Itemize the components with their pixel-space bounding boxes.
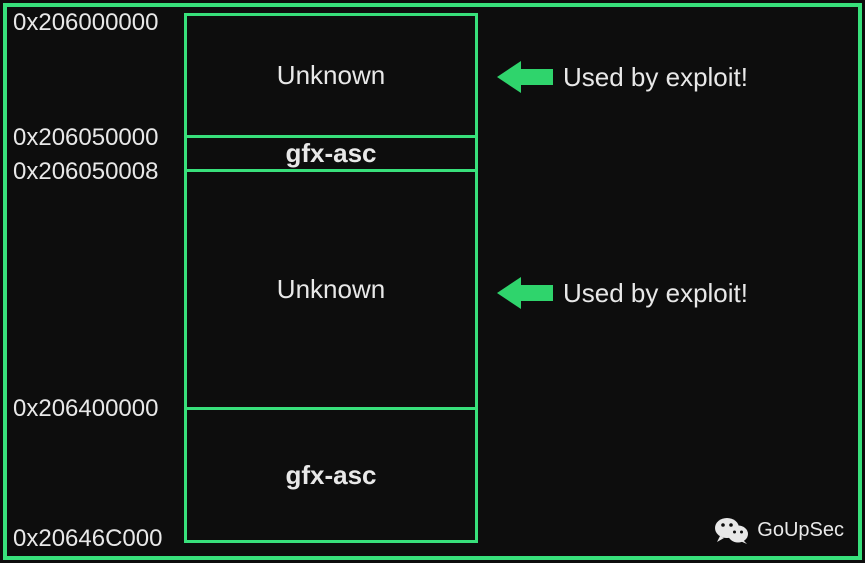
annotation-text: Used by exploit!: [563, 62, 748, 93]
arrow-left-icon: [497, 59, 553, 95]
region-label: gfx-asc: [285, 460, 376, 491]
region-label: Unknown: [277, 60, 385, 91]
address-label-3: 0x206400000: [13, 395, 158, 423]
memory-region-gfx-asc-2: gfx-asc: [187, 410, 475, 540]
arrow-left-icon: [497, 275, 553, 311]
region-label: Unknown: [277, 274, 385, 305]
wechat-icon: [715, 516, 749, 544]
annotation-1: Used by exploit!: [497, 275, 748, 311]
address-label-1: 0x206050000: [13, 124, 158, 152]
region-label: gfx-asc: [285, 138, 376, 169]
annotation-text: Used by exploit!: [563, 278, 748, 309]
address-label-2: 0x206050008: [13, 158, 158, 186]
address-label-4: 0x20646C000: [13, 525, 162, 553]
memory-region-unknown-1: Unknown: [187, 16, 475, 138]
annotation-0: Used by exploit!: [497, 59, 748, 95]
address-label-0: 0x206000000: [13, 9, 158, 37]
memory-region-gfx-asc-1: gfx-asc: [187, 138, 475, 172]
memory-map: Unknown gfx-asc Unknown gfx-asc: [184, 13, 478, 543]
watermark: GoUpSec: [715, 516, 844, 544]
memory-region-unknown-2: Unknown: [187, 172, 475, 410]
watermark-text: GoUpSec: [757, 519, 844, 542]
diagram-frame: 0x206000000 0x206050000 0x206050008 0x20…: [3, 3, 862, 560]
